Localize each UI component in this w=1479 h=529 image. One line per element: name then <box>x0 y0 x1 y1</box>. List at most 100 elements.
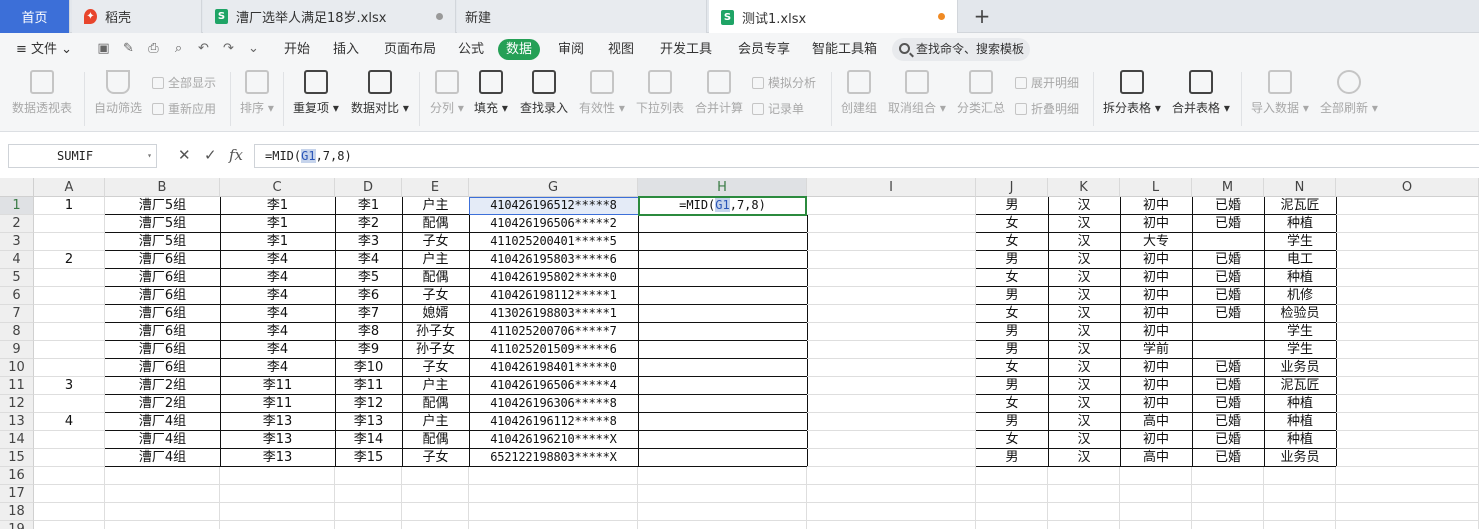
column-header-o[interactable]: O <box>1336 178 1479 197</box>
cell[interactable]: 初中 <box>1120 269 1193 287</box>
cell[interactable] <box>1192 521 1264 529</box>
row-header[interactable]: 4 <box>0 251 34 269</box>
column-header-g[interactable]: G <box>469 178 638 197</box>
column-header-c[interactable]: C <box>220 178 335 197</box>
cell[interactable] <box>34 467 105 485</box>
print-icon[interactable]: ⎙ <box>146 41 161 56</box>
cell[interactable]: 大专 <box>1120 233 1193 251</box>
cell[interactable] <box>807 323 976 341</box>
cell[interactable]: 男 <box>976 251 1049 269</box>
menu-smart-tools[interactable]: 智能工具箱 <box>806 39 883 60</box>
cell[interactable] <box>638 233 808 251</box>
cell[interactable]: 种植 <box>1264 431 1337 449</box>
pivot-table-button[interactable]: 数据透视表 <box>12 70 72 116</box>
row-header[interactable]: 5 <box>0 269 34 287</box>
menu-view[interactable]: 视图 <box>602 39 640 60</box>
simulate-button[interactable]: 模拟分析 <box>752 74 816 91</box>
cell[interactable]: 配偶 <box>402 431 470 449</box>
cell[interactable]: 李4 <box>220 269 336 287</box>
cell[interactable]: 漕厂6组 <box>105 305 221 323</box>
cell[interactable] <box>220 485 335 503</box>
cell[interactable]: 汉 <box>1048 359 1121 377</box>
cell[interactable]: 配偶 <box>402 215 470 233</box>
cell[interactable] <box>105 503 220 521</box>
cell[interactable]: 检验员 <box>1264 305 1337 323</box>
cell[interactable] <box>1048 503 1120 521</box>
cell[interactable] <box>34 305 105 323</box>
cell[interactable] <box>807 233 976 251</box>
cell[interactable] <box>638 359 808 377</box>
cell[interactable] <box>335 485 402 503</box>
menu-formula[interactable]: 公式 <box>452 39 490 60</box>
cell[interactable]: 漕厂6组 <box>105 359 221 377</box>
cell[interactable]: 李4 <box>335 251 403 269</box>
cell[interactable]: 漕厂4组 <box>105 449 221 467</box>
cell[interactable] <box>1336 305 1479 323</box>
cell[interactable]: 已婚 <box>1192 197 1265 215</box>
cell[interactable] <box>34 431 105 449</box>
cell[interactable] <box>402 485 469 503</box>
cell[interactable] <box>1192 341 1265 359</box>
cell[interactable]: 3 <box>34 377 105 395</box>
cell[interactable] <box>1264 467 1336 485</box>
tab-new[interactable]: 新建 <box>457 0 707 33</box>
cell[interactable]: 李1 <box>220 215 336 233</box>
duplicates-button[interactable]: 重复项 ▾ <box>293 70 339 116</box>
spreadsheet-grid[interactable]: A B C D E G H I J K L M N O 1 1 漕厂5组 李1 李1 户主 410426196512**… <box>0 178 1479 529</box>
menu-insert[interactable]: 插入 <box>327 39 365 60</box>
cell[interactable] <box>638 467 807 485</box>
cell[interactable]: 配偶 <box>402 269 470 287</box>
cell[interactable]: 李4 <box>220 287 336 305</box>
cell[interactable] <box>976 485 1048 503</box>
cell[interactable]: 学生 <box>1264 341 1337 359</box>
row-header[interactable]: 19 <box>0 521 34 529</box>
cell[interactable]: 411025200401*****5 <box>469 233 639 251</box>
cell[interactable]: 户主 <box>402 251 470 269</box>
cell[interactable] <box>1264 503 1336 521</box>
dropdown-list-button[interactable]: 下拉列表 <box>636 70 684 116</box>
cell[interactable] <box>1336 323 1479 341</box>
expand-detail-button[interactable]: 展开明细 <box>1015 74 1079 91</box>
cell[interactable] <box>1264 485 1336 503</box>
cell[interactable]: 女 <box>976 431 1049 449</box>
cell[interactable]: 汉 <box>1048 323 1121 341</box>
column-header-d[interactable]: D <box>335 178 402 197</box>
cell[interactable]: 李7 <box>335 305 403 323</box>
cell[interactable] <box>335 521 402 529</box>
cell[interactable]: 男 <box>976 413 1049 431</box>
show-all-button[interactable]: 全部显示 <box>152 74 216 91</box>
cell[interactable] <box>1336 287 1479 305</box>
cell[interactable]: 业务员 <box>1264 449 1337 467</box>
cell[interactable]: 已婚 <box>1192 215 1265 233</box>
cell[interactable]: 漕厂6组 <box>105 251 221 269</box>
active-cell[interactable]: =MID(G1,7,8) <box>638 196 807 216</box>
cell[interactable]: 410426196112*****8 <box>469 413 639 431</box>
cell[interactable]: 高中 <box>1120 413 1193 431</box>
cell[interactable] <box>1336 449 1479 467</box>
cell[interactable] <box>976 503 1048 521</box>
cell[interactable]: 李1 <box>335 197 403 215</box>
cell[interactable]: 孙子女 <box>402 323 470 341</box>
file-menu[interactable]: ≡ 文件 ⌄ <box>10 39 78 60</box>
cell[interactable] <box>1336 485 1479 503</box>
cell[interactable]: 汉 <box>1048 431 1121 449</box>
cell[interactable] <box>34 449 105 467</box>
split-column-button[interactable]: 分列 ▾ <box>430 70 464 116</box>
cell[interactable] <box>220 521 335 529</box>
fill-button[interactable]: 填充 ▾ <box>474 70 508 116</box>
row-header[interactable]: 1 <box>0 197 34 215</box>
cell[interactable]: 李1 <box>220 197 336 215</box>
cell[interactable]: 已婚 <box>1192 251 1265 269</box>
cell[interactable]: 410426196506*****2 <box>469 215 639 233</box>
cell[interactable]: 初中 <box>1120 395 1193 413</box>
cell[interactable]: 男 <box>976 341 1049 359</box>
cell[interactable]: 初中 <box>1120 359 1193 377</box>
row-header[interactable]: 12 <box>0 395 34 413</box>
cell[interactable]: 李13 <box>220 431 336 449</box>
cell[interactable]: 业务员 <box>1264 359 1337 377</box>
cell[interactable] <box>638 215 808 233</box>
cell[interactable]: 410426195803*****6 <box>469 251 639 269</box>
cell[interactable] <box>807 197 976 215</box>
cell[interactable] <box>1192 467 1264 485</box>
cell[interactable]: 已婚 <box>1192 431 1265 449</box>
